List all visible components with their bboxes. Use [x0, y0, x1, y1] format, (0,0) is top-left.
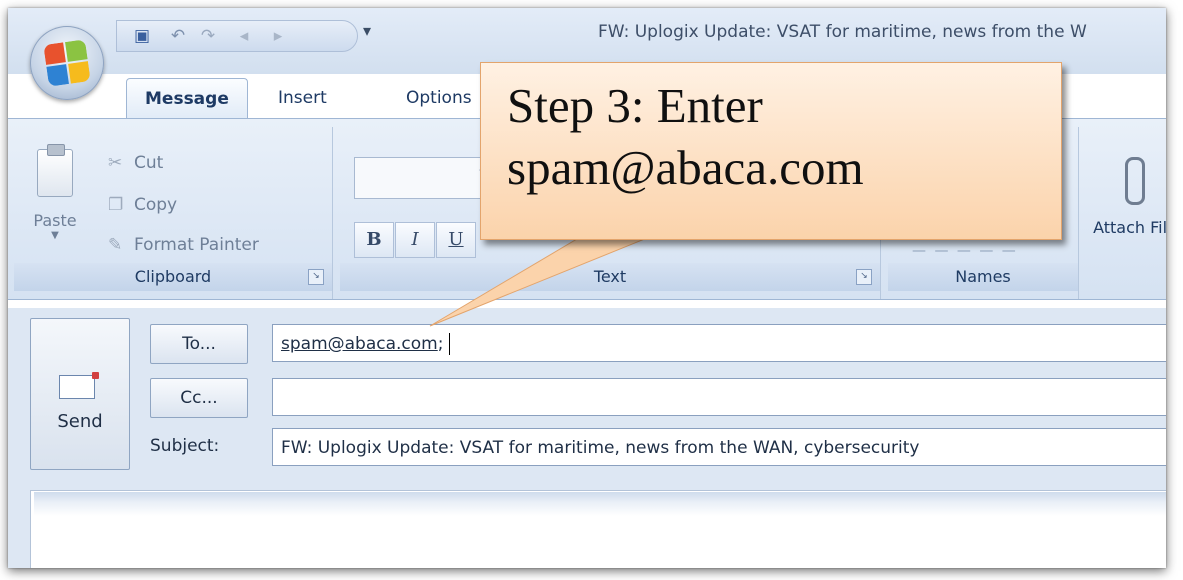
- tab-insert[interactable]: Insert: [260, 78, 345, 118]
- callout-line-2: spam@abaca.com: [507, 140, 864, 195]
- instruction-callout: Step 3: Enter spam@abaca.com: [480, 62, 1062, 240]
- cc-field[interactable]: [272, 378, 1166, 416]
- format-painter-label: Format Painter: [134, 235, 259, 255]
- copy-button[interactable]: ❐ Copy: [108, 195, 177, 221]
- paste-label: Paste: [33, 211, 77, 230]
- to-button[interactable]: To...: [150, 324, 248, 364]
- dialog-launcher-icon[interactable]: ↘: [308, 269, 324, 285]
- save-icon[interactable]: ▣: [131, 26, 153, 46]
- text-cursor: [449, 333, 451, 355]
- dialog-launcher-icon[interactable]: ↘: [856, 269, 872, 285]
- window-title: FW: Uplogix Update: VSAT for maritime, n…: [598, 22, 1087, 42]
- to-field[interactable]: spam@abaca.com;: [272, 324, 1166, 362]
- callout-text: Step 3: Enter spam@abaca.com: [507, 75, 1051, 199]
- send-label: Send: [57, 411, 103, 432]
- send-button[interactable]: Send: [30, 318, 130, 470]
- recipient-address: spam@abaca.com: [281, 334, 438, 354]
- attach-file-label: Attach File: [1093, 218, 1166, 237]
- clipboard-group-label: Clipboard: [14, 263, 332, 291]
- names-group-label: Names: [888, 263, 1078, 291]
- clipboard-group: Paste ▼ ✂ Cut ❐ Copy ✎ Format Painter Clipb…: [14, 127, 333, 299]
- tab-message[interactable]: Message: [126, 78, 248, 119]
- quick-access-toolbar: ▣ ↶ ↷ ◂ ▸: [116, 20, 358, 52]
- office-logo-icon: [43, 39, 91, 87]
- paintbrush-icon: ✎: [108, 235, 123, 255]
- attach-file-button[interactable]: Attach File: [1092, 157, 1166, 239]
- cut-label: Cut: [134, 153, 164, 173]
- office-button[interactable]: [30, 26, 104, 100]
- scissors-icon: ✂: [108, 153, 123, 173]
- clipboard-icon: [37, 144, 73, 197]
- message-body[interactable]: [34, 492, 1166, 568]
- compose-header: Send To... spam@abaca.com; Cc... Subject…: [8, 308, 1166, 568]
- copy-label: Copy: [134, 195, 178, 215]
- subject-field[interactable]: FW: Uplogix Update: VSAT for maritime, n…: [272, 428, 1166, 466]
- chevron-down-icon: ▼: [51, 230, 59, 241]
- recipient-separator: ;: [437, 334, 444, 354]
- tab-options[interactable]: Options: [388, 78, 490, 118]
- paperclip-icon: [1125, 157, 1145, 205]
- italic-button[interactable]: I: [395, 222, 435, 258]
- basic-text-group-label: Text: [340, 263, 880, 291]
- previous-icon[interactable]: ◂: [233, 26, 255, 46]
- font-name-select[interactable]: ▼: [354, 157, 498, 199]
- redo-icon[interactable]: ↷: [197, 26, 219, 46]
- paste-button[interactable]: Paste ▼: [24, 144, 86, 259]
- underline-button[interactable]: U: [436, 222, 476, 258]
- next-icon[interactable]: ▸: [267, 26, 289, 46]
- format-painter-button[interactable]: ✎ Format Painter: [108, 235, 259, 261]
- cut-button[interactable]: ✂ Cut: [108, 153, 163, 179]
- copy-icon: ❐: [108, 195, 124, 215]
- customize-toolbar-icon[interactable]: ▾: [363, 21, 371, 40]
- envelope-icon: [59, 372, 99, 399]
- subject-label: Subject:: [150, 436, 220, 456]
- cc-button[interactable]: Cc...: [150, 378, 248, 418]
- include-group: Attach File: [1082, 127, 1166, 299]
- bold-button[interactable]: B: [354, 222, 394, 258]
- undo-icon[interactable]: ↶: [167, 26, 189, 46]
- callout-line-1: Step 3: Enter: [507, 78, 763, 133]
- names-buttons[interactable]: — — — — —: [912, 243, 1062, 261]
